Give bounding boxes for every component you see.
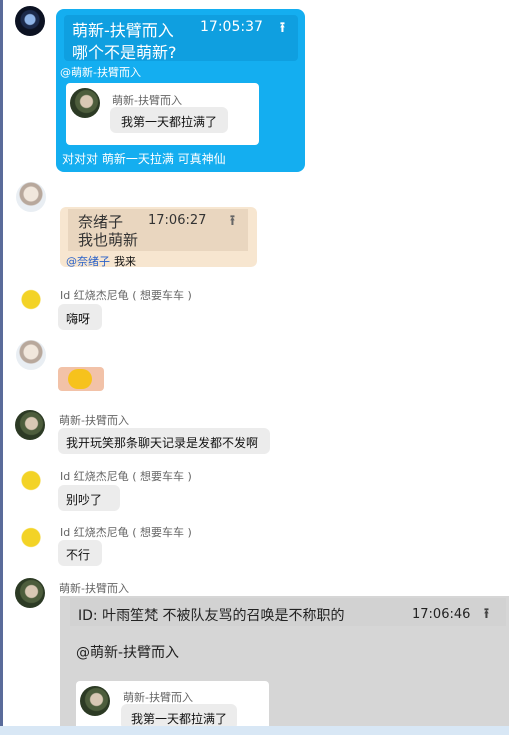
message-bubble[interactable]: 嗨呀 (58, 304, 102, 330)
quoted-message[interactable]: ID: 叶雨笙梵 不被队友骂的召唤是不称职的 17:06:46 ⭱ (70, 598, 506, 626)
quoted-message[interactable]: 奈绪子 17:06:27 ⭱ 我也萌新 (68, 209, 248, 251)
user-avatar[interactable] (16, 467, 46, 497)
message-bubble[interactable]: 别吵了 (58, 485, 120, 511)
user-avatar[interactable] (15, 6, 45, 36)
quote-text: 我也萌新 (78, 231, 139, 249)
sticker-message[interactable] (58, 367, 104, 391)
message-text: 别吵了 (66, 493, 103, 507)
message-text: 对对对 萌新一天拉满 可真神仙 (62, 152, 226, 166)
pin-icon[interactable]: ⭱ (484, 603, 489, 627)
quote-text: ID: 叶雨笙梵 不被队友骂的召唤是不称职的 (78, 608, 345, 624)
user-avatar[interactable] (15, 578, 45, 608)
message-text: 不行 (66, 548, 91, 562)
mention[interactable]: @奈绪子 (66, 253, 110, 269)
sender-name[interactable]: Id 红烧杰尼龟 ( 想要车车 ) (60, 468, 192, 484)
sender-name[interactable]: Id 红烧杰尼龟 ( 想要车车 ) (60, 524, 192, 540)
quote-author: 萌新-扶臂而入 (72, 21, 174, 40)
message-bubble[interactable]: 不行 (58, 540, 102, 566)
reply-message-card[interactable]: 奈绪子 17:06:27 ⭱ 我也萌新 @奈绪子 我来 (60, 207, 257, 269)
quote-time: 17:06:46 (412, 607, 471, 622)
quote-text: 哪个不是萌新? (72, 43, 177, 62)
quote-time: 17:06:27 (148, 213, 207, 228)
forwarded-sender: 萌新-扶臂而入 (123, 691, 193, 704)
mention[interactable]: @萌新-扶臂而入 (76, 642, 179, 662)
forwarded-text: 我第一天都拉满了 (121, 115, 218, 129)
quote-time: 17:05:37 (200, 19, 263, 35)
user-avatar[interactable] (16, 524, 46, 554)
user-avatar (70, 88, 100, 118)
forwarded-text: 我第一天都拉满了 (131, 712, 228, 726)
user-avatar[interactable] (15, 410, 45, 440)
message-text: 我开玩笑那条聊天记录是发都不发啊 (66, 436, 259, 450)
user-avatar[interactable] (16, 182, 46, 212)
message-text: 嗨呀 (66, 312, 91, 326)
reply-message-card[interactable]: ID: 叶雨笙梵 不被队友骂的召唤是不称职的 17:06:46 ⭱ @萌新-扶臂… (60, 596, 509, 735)
forwarded-sender: 萌新-扶臂而入 (112, 94, 182, 107)
sender-name[interactable]: 萌新-扶臂而入 (59, 580, 129, 596)
forwarded-message[interactable]: 萌新-扶臂而入 我第一天都拉满了 (66, 83, 259, 145)
user-avatar[interactable] (16, 340, 46, 370)
quoted-message[interactable]: 萌新-扶臂而入 17:05:37 ⭱ 哪个不是萌新? (64, 15, 298, 62)
user-avatar (80, 686, 110, 716)
user-avatar[interactable] (16, 286, 46, 316)
message-text: 我来 (114, 255, 136, 268)
bottom-notification-bar[interactable] (0, 726, 509, 735)
pin-icon[interactable]: ⭱ (230, 210, 235, 234)
duck-sticker-icon (68, 369, 92, 389)
sender-name[interactable]: 萌新-扶臂而入 (59, 412, 129, 428)
sender-name[interactable]: Id 红烧杰尼龟 ( 想要车车 ) (60, 287, 192, 303)
pin-icon[interactable]: ⭱ (280, 17, 285, 41)
reply-message-card[interactable]: 萌新-扶臂而入 17:05:37 ⭱ 哪个不是萌新? @萌新-扶臂而入 萌新-扶… (56, 9, 305, 172)
message-bubble[interactable]: 我开玩笑那条聊天记录是发都不发啊 (58, 428, 270, 454)
mention[interactable]: @萌新-扶臂而入 (60, 64, 141, 80)
forwarded-bubble: 我第一天都拉满了 (110, 107, 228, 133)
window-left-edge (0, 0, 3, 735)
